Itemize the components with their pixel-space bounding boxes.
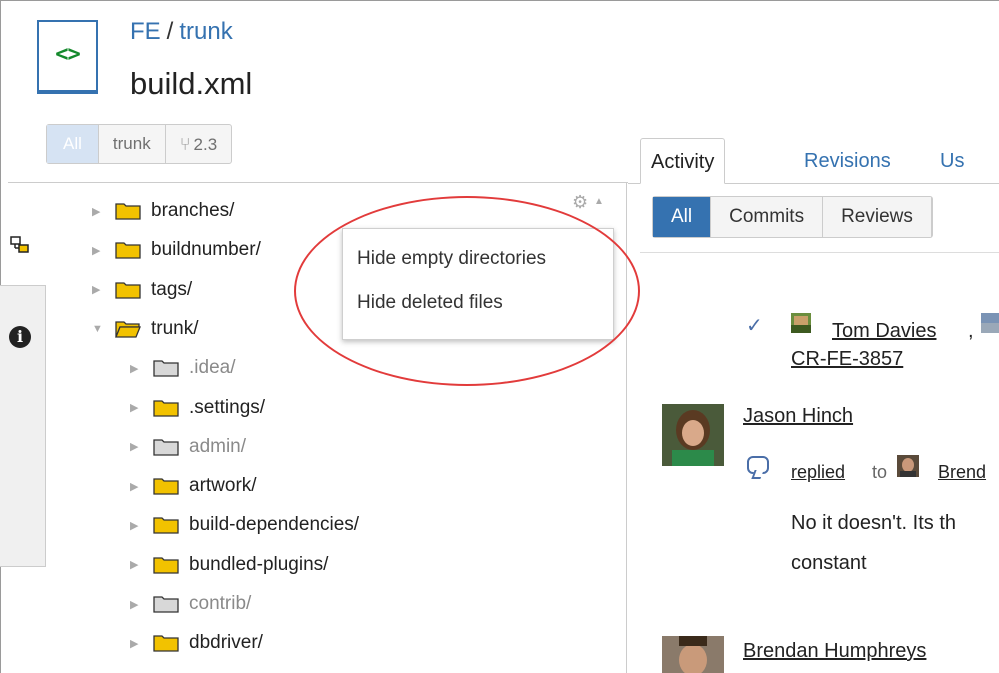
page-title: build.xml (130, 66, 253, 101)
checkmark-icon: ✓ (746, 315, 763, 337)
tree-node-label: .settings/ (189, 396, 266, 418)
activity-tabs: Activity Revisions Us (640, 138, 999, 184)
tree-node-label: buildnumber/ (151, 239, 261, 261)
filter-commits-button[interactable]: Commits (711, 197, 824, 237)
folder-icon (153, 557, 179, 574)
tree-node[interactable]: ▶ bundled-plugins/ (130, 550, 328, 580)
tab-users[interactable]: Us (940, 138, 964, 184)
branch-icon: ⑂ (179, 134, 191, 154)
branch-selector: All trunk ⑂ 2.3 (46, 124, 233, 164)
folder-icon (153, 439, 179, 456)
tree-node-label: branches/ (151, 200, 235, 221)
replied-to-label: to (872, 462, 888, 482)
breadcrumb-repo[interactable]: FE (130, 18, 161, 45)
expand-arrow-down-icon[interactable]: ▼ (92, 323, 106, 335)
folder-icon (153, 517, 179, 535)
filter-all-button[interactable]: All (653, 197, 712, 237)
tree-node[interactable]: ▶ contrib/ (130, 589, 251, 619)
tree-node-label: bundled-plugins/ (189, 553, 329, 575)
tree-view-icon (10, 236, 29, 253)
tree-node[interactable]: ▶ .settings/ (130, 393, 265, 423)
review-id-link[interactable]: CR-FE-3857 (791, 348, 903, 371)
tree-node[interactable]: ▶ build-dependencies/ (130, 510, 359, 540)
expand-arrow-right-icon[interactable]: ▶ (130, 362, 144, 375)
comment-text-line-2: constant (791, 552, 867, 574)
tom-davies-avatar (791, 313, 811, 333)
tree-node-label: build-dependencies/ (189, 514, 360, 536)
filter-reviews-button[interactable]: Reviews (823, 197, 932, 237)
folder-icon (115, 203, 141, 220)
folder-icon (115, 281, 141, 299)
tree-node-label: contrib/ (189, 593, 252, 614)
breadcrumb: FE / trunk (130, 18, 233, 46)
tree-node-label: .idea/ (189, 357, 236, 379)
panel-separator (626, 182, 627, 673)
expand-arrow-right-icon[interactable]: ▶ (130, 480, 144, 493)
side-tab-tree[interactable] (6, 196, 40, 286)
replied-link[interactable]: replied (791, 462, 845, 483)
hide-empty-directories-item[interactable]: Hide empty directories (343, 243, 613, 287)
tree-node[interactable]: ▶ tags/ (92, 275, 192, 305)
user-list-comma: , (968, 320, 974, 342)
caret-up-icon[interactable]: ▲ (594, 196, 604, 207)
info-icon: i (9, 326, 31, 348)
reply-target-link[interactable]: Brend (938, 462, 986, 483)
folder-icon (153, 478, 179, 495)
comment-bubble-icon (747, 456, 769, 474)
expand-arrow-right-icon[interactable]: ▶ (130, 558, 144, 571)
tree-node-label: admin/ (189, 435, 247, 457)
file-code-icon: <> (37, 20, 98, 94)
expand-arrow-right-icon[interactable]: ▶ (130, 440, 144, 453)
expand-arrow-right-icon[interactable]: ▶ (92, 244, 106, 257)
tree-node[interactable]: ▶ buildnumber/ (92, 235, 261, 265)
activity-filter: All Commits Reviews (652, 196, 933, 238)
jason-hinch-avatar[interactable] (662, 404, 724, 466)
folder-icon (153, 635, 179, 652)
branch-trunk-button[interactable]: trunk (99, 125, 166, 163)
tree-node[interactable]: ▶ admin/ (130, 432, 246, 462)
branch-version-label: 2.3 (193, 135, 218, 154)
expand-arrow-right-icon[interactable]: ▶ (130, 598, 144, 611)
branch-version-button[interactable]: ⑂ 2.3 (166, 125, 231, 163)
tree-options-dropdown: Hide empty directories Hide deleted file… (342, 228, 614, 340)
branch-all-button[interactable]: All (47, 125, 99, 163)
expand-arrow-right-icon[interactable]: ▶ (130, 519, 144, 532)
folder-icon (153, 596, 179, 613)
tree-node[interactable]: ▶ dbdriver/ (130, 628, 263, 658)
breadcrumb-branch[interactable]: trunk (179, 18, 232, 45)
filter-divider (640, 252, 999, 253)
tree-node[interactable]: ▼ trunk/ (92, 314, 199, 344)
hide-deleted-files-item[interactable]: Hide deleted files (343, 287, 613, 331)
brendan-humphreys-link[interactable]: Brendan Humphreys (743, 640, 926, 663)
side-strip: i (0, 182, 46, 673)
tree-node-label: dbdriver/ (189, 632, 263, 654)
tree-node[interactable]: ▶ artwork/ (130, 471, 257, 501)
tree-node-label: trunk/ (151, 317, 199, 339)
expand-arrow-right-icon[interactable]: ▶ (130, 637, 144, 650)
tab-activity[interactable]: Activity (640, 138, 726, 184)
tree-node-label: tags/ (151, 278, 193, 300)
reviewer-avatar (981, 313, 999, 333)
tom-davies-link[interactable]: Tom Davies (832, 320, 936, 343)
brendan-mini-avatar (897, 455, 919, 477)
side-tab-info[interactable]: i (0, 285, 46, 567)
tree-node-label: artwork/ (189, 475, 257, 497)
brendan-humphreys-avatar[interactable] (662, 636, 724, 673)
folder-icon (153, 360, 179, 377)
tree-node[interactable]: ▶ .idea/ (130, 353, 235, 383)
expand-arrow-right-icon[interactable]: ▶ (92, 283, 106, 296)
comment-text-line-1: No it doesn't. Its th (791, 512, 957, 534)
folder-open-icon (115, 321, 141, 338)
tab-revisions[interactable]: Revisions (804, 138, 891, 184)
gear-icon[interactable]: ⚙ (572, 192, 588, 213)
jason-hinch-link[interactable]: Jason Hinch (743, 405, 853, 428)
left-panel-divider (8, 182, 628, 183)
tree-node[interactable]: ▶ branches/ (92, 196, 234, 226)
breadcrumb-separator: / (166, 18, 174, 45)
folder-icon (115, 242, 141, 259)
folder-icon (153, 399, 179, 417)
file-icon-glyph: <> (55, 42, 81, 67)
expand-arrow-right-icon[interactable]: ▶ (130, 401, 144, 414)
expand-arrow-right-icon[interactable]: ▶ (92, 205, 106, 218)
